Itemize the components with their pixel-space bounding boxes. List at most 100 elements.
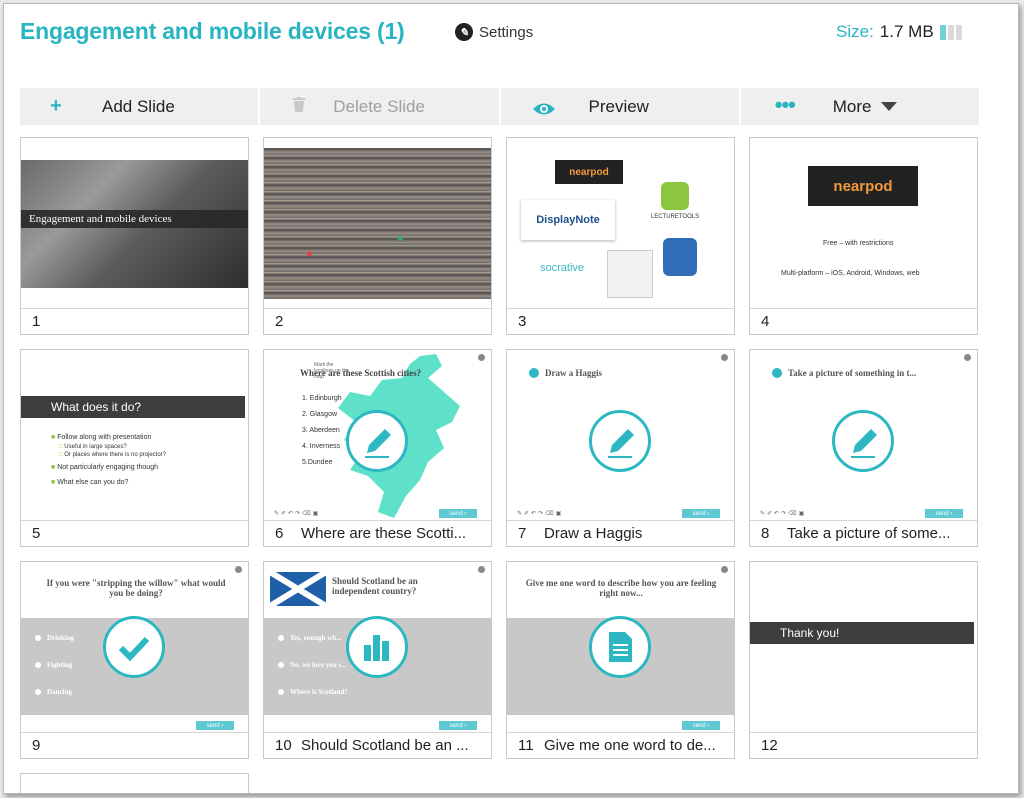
- slide-thumbnail: Thank you!: [750, 562, 977, 733]
- draw-icon: [832, 410, 894, 472]
- bar-chart-icon: [346, 616, 408, 678]
- chevron-down-icon: [880, 102, 897, 111]
- eye-icon: [532, 99, 556, 122]
- slide-caption: 4: [750, 308, 977, 334]
- slide-thumbnail: What does it do? ■ Follow along with pre…: [21, 350, 248, 521]
- slide-line: Free – with restrictions: [823, 240, 894, 247]
- bullet-item: ■ What else can you do?: [51, 479, 129, 486]
- slide-thumbnail: Should Scotland be an independent countr…: [264, 562, 491, 733]
- slide-title: Give me one word to de...: [544, 737, 716, 754]
- slide-card[interactable]: What does it do? ■ Follow along with pre…: [20, 349, 249, 547]
- preview-button[interactable]: Preview: [501, 88, 741, 125]
- slide-card[interactable]: If you were "stripping the willow" what …: [20, 561, 249, 759]
- page-title: Engagement and mobile devices (1): [20, 18, 405, 44]
- slide-card[interactable]: nearpod Free – with restrictions Multi-p…: [749, 137, 978, 335]
- delete-slide-button[interactable]: Delete Slide: [260, 88, 501, 125]
- slide-thumbnail: If you were "stripping the willow" what …: [21, 562, 248, 733]
- slide-heading-bar: Thank you!: [750, 622, 974, 644]
- city-item: 2. Glasgow: [302, 411, 338, 418]
- slide-number: 3: [518, 313, 527, 330]
- delete-slide-label: Delete Slide: [333, 96, 425, 116]
- add-slide-button[interactable]: + Add Slide: [20, 88, 261, 125]
- trash-icon: [293, 95, 306, 118]
- draw-badge-icon: [772, 368, 782, 378]
- slide-number: 4: [761, 313, 770, 330]
- slide-card[interactable]: Thank you! 12: [749, 561, 978, 759]
- close-icon: [478, 566, 485, 573]
- slide-card[interactable]: Take a picture of something in t... ✎✐↶↷…: [749, 349, 978, 547]
- displaynote-logo: DisplayNote: [521, 200, 615, 240]
- more-label: More: [832, 96, 872, 116]
- option-item: Where is Scotland?: [278, 688, 348, 696]
- size-value: 1.7 MB: [879, 22, 934, 41]
- question-text: Should Scotland be an independent countr…: [332, 576, 418, 596]
- ellipsis-icon: •••: [774, 92, 796, 117]
- preview-label: Preview: [588, 96, 649, 116]
- slide-thumbnail: nearpod DisplayNote LECTURETOOLS socrati…: [507, 138, 734, 309]
- draw-icon: [589, 410, 651, 472]
- nearpod-logo: nearpod: [555, 160, 623, 184]
- prompt-text: Mark the locations on the map: [314, 362, 350, 380]
- scotland-flag: [270, 572, 326, 606]
- slide-number: 5: [32, 525, 41, 542]
- slide-title: Draw a Haggis: [544, 525, 643, 542]
- size-indicator: Size: 1.7 MB: [836, 22, 962, 42]
- slide-card[interactable]: nearpod DisplayNote LECTURETOOLS socrati…: [506, 137, 735, 335]
- bullet-item: □ Useful in large spaces?: [59, 444, 127, 450]
- slide-card[interactable]: 2: [263, 137, 492, 335]
- send-button: send ›: [682, 721, 720, 730]
- option-item: Yes, enough wh...: [278, 634, 341, 642]
- slide-title: Should Scotland be an ...: [301, 737, 469, 754]
- slide-number: 7: [518, 525, 527, 542]
- option-item: Drinking: [35, 634, 74, 642]
- document-icon: [589, 616, 651, 678]
- slide-caption: 3: [507, 308, 734, 334]
- add-slide-label: Add Slide: [102, 96, 175, 116]
- plus-icon: +: [50, 95, 62, 117]
- size-label: Size:: [836, 22, 874, 41]
- city-item: 5.Dundee: [302, 459, 333, 466]
- slide-number: 11: [518, 737, 534, 754]
- slide-thumbnail: Where are these Scottish cities? Mark th…: [264, 350, 491, 521]
- settings-link[interactable]: ✎ Settings: [455, 23, 533, 41]
- city-item: 4. Inverness: [302, 443, 341, 450]
- slide-caption: 6 Where are these Scotti...: [264, 520, 491, 546]
- slide-card[interactable]: Should Scotland be an independent countr…: [263, 561, 492, 759]
- slide-caption: 10 Should Scotland be an ...: [264, 732, 491, 758]
- pencil-icon: ✎: [455, 23, 473, 41]
- question-text: Take a picture of something in t...: [788, 368, 917, 378]
- slide-caption: 11 Give me one word to de...: [507, 732, 734, 758]
- slide-caption: 7 Draw a Haggis: [507, 520, 734, 546]
- editor-window: Engagement and mobile devices (1) ✎ Sett…: [3, 3, 1019, 794]
- send-button: send ›: [439, 509, 477, 518]
- toolbar-icons: ✎✐↶↷⌫▣: [760, 511, 807, 517]
- slide-card[interactable]: Draw a Haggis ✎✐↶↷⌫▣ send › 7 Draw a Hag…: [506, 349, 735, 547]
- slide-thumbnail: Take a picture of something in t... ✎✐↶↷…: [750, 350, 977, 521]
- close-icon: [478, 354, 485, 361]
- question-text: Draw a Haggis: [545, 368, 602, 378]
- slide-thumbnail: Draw a Haggis ✎✐↶↷⌫▣ send ›: [507, 350, 734, 521]
- polleverywhere-logo: [663, 238, 697, 276]
- slide-title-text: Engagement and mobile devices: [29, 213, 172, 225]
- slide-title: Where are these Scotti...: [301, 525, 467, 542]
- send-button: send ›: [196, 721, 234, 730]
- slide-card[interactable]: Engagement and mobile devices 1: [20, 137, 249, 335]
- slide-card-partial[interactable]: [20, 773, 249, 793]
- close-icon: [235, 566, 242, 573]
- question-text: If you were "stripping the willow" what …: [46, 578, 226, 598]
- draw-badge-icon: [529, 368, 539, 378]
- settings-label: Settings: [479, 23, 534, 41]
- slide-thumbnail: nearpod Free – with restrictions Multi-p…: [750, 138, 977, 309]
- slide-caption: 9: [21, 732, 248, 758]
- more-button[interactable]: ••• More: [741, 88, 979, 125]
- close-icon: [964, 354, 971, 361]
- toolbar: + Add Slide Delete Slide Preview ••• Mor…: [20, 88, 979, 125]
- send-button: send ›: [925, 509, 963, 518]
- lecture-hall-photo: [264, 148, 491, 299]
- slide-number: 6: [275, 525, 284, 542]
- slide-card[interactable]: Give me one word to describe how you are…: [506, 561, 735, 759]
- slide-number: 2: [275, 313, 284, 330]
- send-button: send ›: [682, 509, 720, 518]
- socrative-logo: socrative: [539, 262, 585, 274]
- slide-card[interactable]: Where are these Scottish cities? Mark th…: [263, 349, 492, 547]
